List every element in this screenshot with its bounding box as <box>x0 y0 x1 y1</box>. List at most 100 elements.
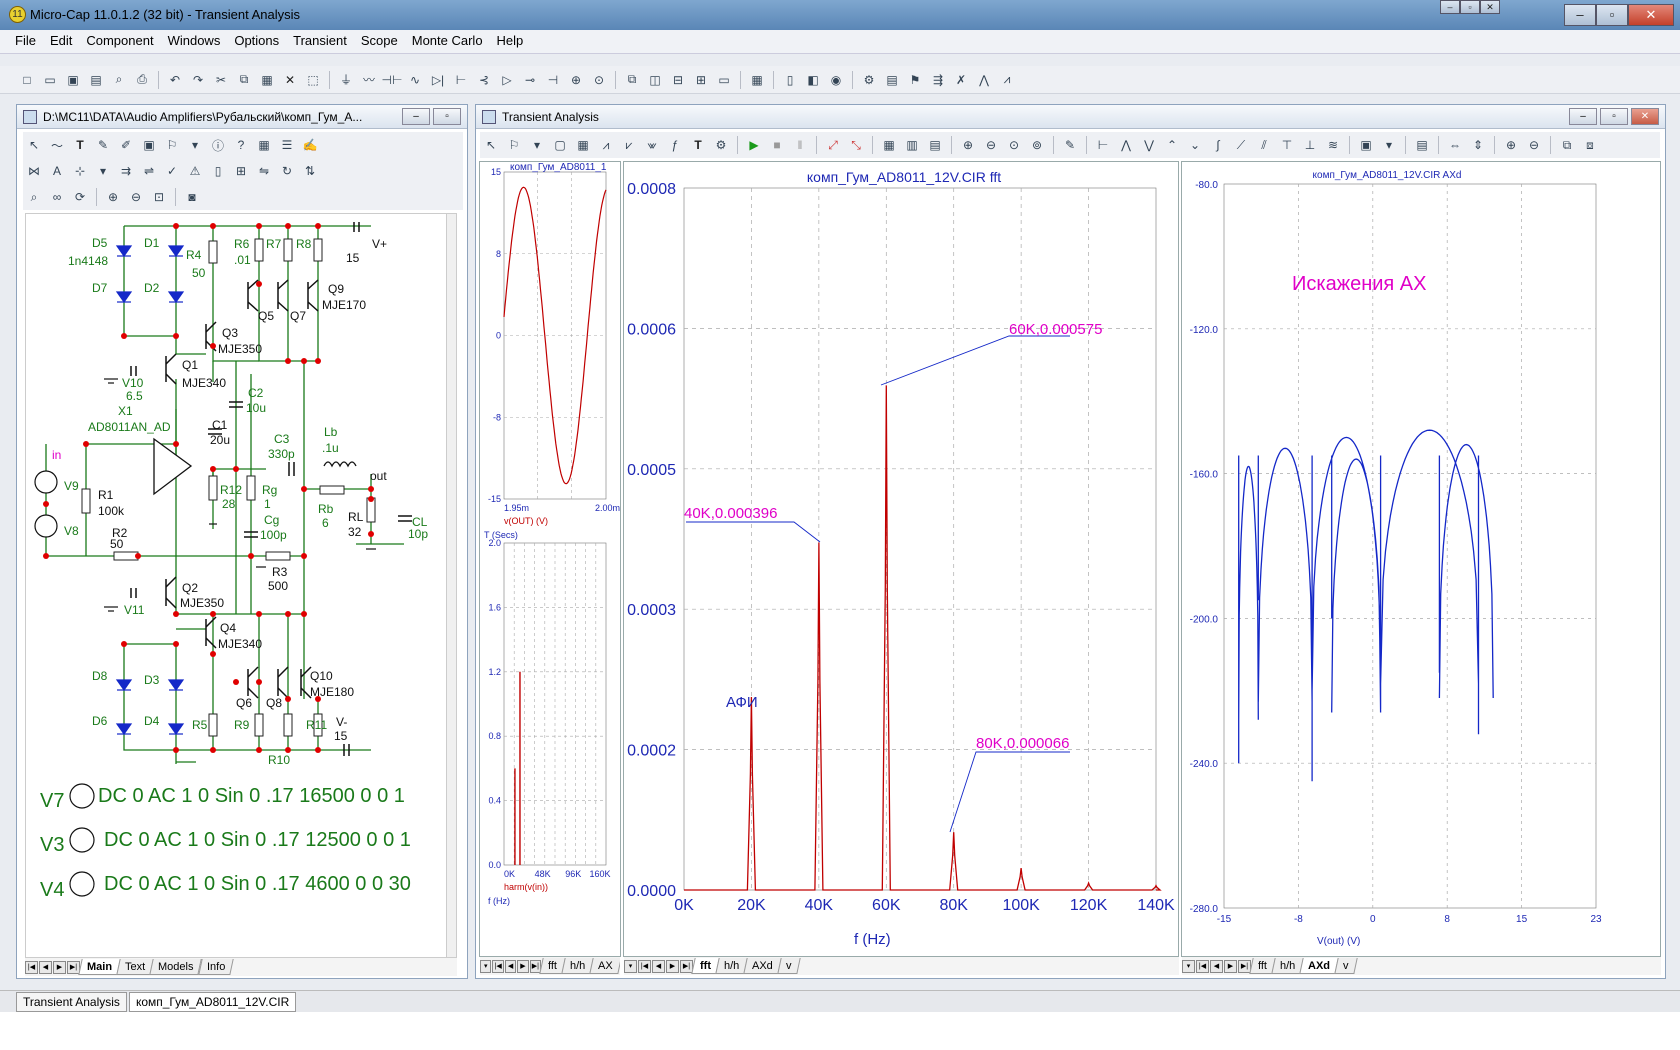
menu-edit[interactable]: Edit <box>43 30 79 52</box>
small-plots-pane[interactable]: комп_Гум_AD8011_1 15 8 0 -8 -15 1.95m 2.00m v… <box>479 161 621 957</box>
axd-dropdown-icon[interactable]: ▾ <box>1182 959 1195 973</box>
analysis-text-icon[interactable]: T <box>687 134 709 156</box>
refresh-icon[interactable]: ⟳ <box>69 186 91 208</box>
jumper-icon[interactable]: ⊣ <box>542 69 564 91</box>
print-preview-icon[interactable]: ⌕ <box>108 69 130 91</box>
plot-curve-icon[interactable]: ⩗ <box>618 134 640 156</box>
auto-scale-icon[interactable]: ⤡ <box>845 134 867 156</box>
globe-icon[interactable]: ◉ <box>825 69 847 91</box>
stepping-icon[interactable]: ⇶ <box>927 69 949 91</box>
scale-icon[interactable]: ⤢ <box>822 134 844 156</box>
cursor-slope-icon[interactable]: ⟋ <box>1230 134 1252 156</box>
output-icon[interactable]: ▤ <box>924 134 946 156</box>
axd-tab-v[interactable]: v <box>1334 958 1358 974</box>
tab-main[interactable]: Main <box>78 959 121 975</box>
cursor-inflection-icon[interactable]: ∫ <box>1207 134 1229 156</box>
fft-first-icon[interactable]: |◀ <box>638 959 651 973</box>
switch-icon[interactable]: ⊸ <box>519 69 541 91</box>
analysis-flag-icon[interactable]: ⚐ <box>503 134 525 156</box>
menu-scope[interactable]: Scope <box>354 30 405 52</box>
list-icon[interactable]: ☰ <box>276 134 298 156</box>
source-icon[interactable]: ⊕ <box>565 69 587 91</box>
save-all-icon[interactable]: ▤ <box>85 69 107 91</box>
tab-first-icon[interactable]: |◀ <box>25 960 38 974</box>
delete-icon[interactable]: ✕ <box>279 69 301 91</box>
menu-monte-carlo[interactable]: Monte Carlo <box>405 30 490 52</box>
grid-box-icon[interactable]: ▦ <box>572 134 594 156</box>
flip-icon[interactable]: ⇅ <box>299 160 321 182</box>
fft-next-icon[interactable]: ▶ <box>666 959 679 973</box>
left-tab-ax[interactable]: AX <box>589 958 620 974</box>
cursor-mode-icon[interactable]: ⊢ <box>1092 134 1114 156</box>
fft-prev-icon[interactable]: ◀ <box>652 959 665 973</box>
select-all-icon[interactable]: ⬚ <box>302 69 324 91</box>
minimize-button[interactable]: – <box>1564 4 1596 26</box>
zoom-out-icon[interactable]: ⊖ <box>125 186 147 208</box>
inductor-icon[interactable]: ∿ <box>404 69 426 91</box>
flag-icon[interactable]: ⚐ <box>161 134 183 156</box>
schematic-minimize-button[interactable]: – <box>402 108 430 125</box>
page-icon[interactable]: ▯ <box>207 160 229 182</box>
maximize-button[interactable]: ▫ <box>1596 4 1628 26</box>
wire-icon[interactable]: 〜 <box>46 134 68 156</box>
capacitor-icon[interactable]: ⊣⊢ <box>381 69 403 91</box>
probe-icon[interactable]: ⚑ <box>904 69 926 91</box>
mirror-icon[interactable]: ⇋ <box>253 160 275 182</box>
tools-icon[interactable]: ✗ <box>950 69 972 91</box>
calculator-icon[interactable]: ▦ <box>746 69 768 91</box>
paste-plot-icon[interactable]: ⧈ <box>1579 134 1601 156</box>
copy-icon[interactable]: ⧉ <box>233 69 255 91</box>
camera-icon[interactable]: ◙ <box>181 186 203 208</box>
ground-icon[interactable]: ⏚ <box>335 69 357 91</box>
power-icon[interactable]: ⇌ <box>138 160 160 182</box>
redo-icon[interactable]: ↷ <box>187 69 209 91</box>
pause-icon[interactable]: ‖ <box>789 134 811 156</box>
binoculars-icon[interactable]: ∞ <box>46 186 68 208</box>
plot-line-icon[interactable]: ⩘ <box>595 134 617 156</box>
close-button[interactable]: ✕ <box>1628 4 1674 26</box>
tab-text[interactable]: Text <box>116 959 154 975</box>
cursor-global-icon[interactable]: ⫽ <box>1253 134 1275 156</box>
condition-icon[interactable]: ✓ <box>161 160 183 182</box>
info-icon[interactable]: ⓘ <box>207 134 229 156</box>
analysis-props-icon[interactable]: ⚙ <box>710 134 732 156</box>
analysis-zoom-fit-icon[interactable]: ⊙ <box>1003 134 1025 156</box>
align-h-icon[interactable]: ⇔ <box>1444 134 1466 156</box>
axd-next-icon[interactable]: ▶ <box>1224 959 1237 973</box>
grid-icon[interactable]: ▦ <box>253 134 275 156</box>
performance-icon[interactable]: ⩘ <box>996 69 1018 91</box>
left-plot-dropdown-icon[interactable]: ▾ <box>480 959 492 973</box>
properties-icon[interactable]: ▤ <box>881 69 903 91</box>
marker-icon[interactable]: ✐ <box>115 134 137 156</box>
battery-icon[interactable]: ⊢ <box>450 69 472 91</box>
pin-connections-icon[interactable]: ⊹ <box>69 160 91 182</box>
axd-first-icon[interactable]: |◀ <box>1196 959 1209 973</box>
stop-icon[interactable]: ■ <box>766 134 788 156</box>
clipboard-dropdown-icon[interactable]: ▾ <box>1378 134 1400 156</box>
cursor-top-icon[interactable]: ⊤ <box>1276 134 1298 156</box>
window-icon[interactable]: ▭ <box>713 69 735 91</box>
tile-vertical-icon[interactable]: ◫ <box>644 69 666 91</box>
fft-tab-axd[interactable]: AXd <box>743 958 782 974</box>
plot-point-icon[interactable]: ⩖ <box>641 134 663 156</box>
schematic-vertical-scrollbar[interactable] <box>446 214 456 957</box>
cursor-valley-icon[interactable]: ⋁ <box>1138 134 1160 156</box>
picture-icon[interactable]: ▣ <box>138 134 160 156</box>
bg-minimize-icon[interactable]: – <box>1440 0 1460 14</box>
cursor-low-icon[interactable]: ⌄ <box>1184 134 1206 156</box>
fft-plot-pane[interactable]: комп_Гум_AD8011_12V.CIR fft 0.0008 0.0006… <box>623 161 1179 957</box>
schematic-restore-button[interactable]: ▫ <box>433 108 461 125</box>
help-icon[interactable]: ? <box>230 134 252 156</box>
analysis-dropdown-icon[interactable]: ▾ <box>526 134 548 156</box>
find-icon[interactable]: ⌕ <box>23 186 45 208</box>
plot-icon[interactable]: ⋀ <box>973 69 995 91</box>
window-tab-circuit[interactable]: комп_Гум_AD8011_12V.CIR <box>128 992 297 1012</box>
zoom-fit-icon[interactable]: ⊡ <box>148 186 170 208</box>
page-setup-icon[interactable]: ▤ <box>1411 134 1433 156</box>
component-editor-icon[interactable]: ▯ <box>779 69 801 91</box>
cursor-high-icon[interactable]: ⌃ <box>1161 134 1183 156</box>
voltage-icon[interactable]: ⊙ <box>588 69 610 91</box>
axd-tab-axd[interactable]: AXd <box>1299 958 1339 974</box>
bg-close-icon[interactable]: ✕ <box>1480 0 1500 14</box>
bg-restore-icon[interactable]: ▫ <box>1460 0 1480 14</box>
